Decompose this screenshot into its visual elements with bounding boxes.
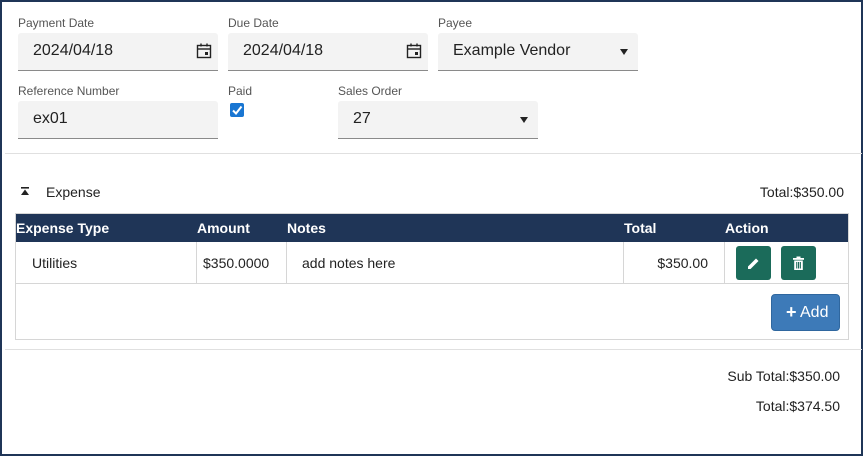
- sales-order-select[interactable]: 27: [338, 101, 538, 139]
- checkmark-icon: [232, 105, 243, 116]
- cell-expense-type[interactable]: Utilities: [16, 242, 197, 284]
- sales-order-field: Sales Order 27: [338, 84, 538, 140]
- divider: [5, 153, 862, 154]
- payee-field: Payee Example Vendor: [438, 16, 638, 72]
- dropdown-arrow-icon[interactable]: [520, 117, 528, 123]
- cell-notes[interactable]: add notes here: [287, 242, 624, 284]
- column-header-action: Action: [725, 220, 769, 236]
- due-date-input[interactable]: 2024/04/18: [228, 33, 428, 71]
- paid-label: Paid: [228, 84, 253, 98]
- reference-number-input[interactable]: ex01: [18, 101, 218, 139]
- table-header: Expense Type Amount Notes Total Action: [16, 214, 848, 242]
- delete-button[interactable]: [781, 246, 816, 280]
- cell-total: $350.00: [624, 242, 725, 284]
- add-expense-button[interactable]: + Add: [771, 294, 840, 331]
- dropdown-arrow-icon[interactable]: [620, 49, 628, 55]
- table-row: Utilities $350.0000 add notes here $350.…: [16, 242, 848, 284]
- payee-value: Example Vendor: [453, 42, 571, 59]
- payment-date-field: Payment Date 2024/04/18: [18, 16, 218, 72]
- amount-value: $350.0000: [203, 255, 270, 271]
- expense-table: Expense Type Amount Notes Total Action U…: [15, 213, 849, 340]
- expense-form-panel: Payment Date 2024/04/18 Due Date 2024/04…: [0, 0, 863, 456]
- payment-date-input[interactable]: 2024/04/18: [18, 33, 218, 71]
- payee-select[interactable]: Example Vendor: [438, 33, 638, 71]
- reference-number-label: Reference Number: [18, 84, 120, 98]
- reference-number-value: ex01: [33, 110, 68, 127]
- plus-icon: +: [786, 302, 797, 322]
- payment-date-value: 2024/04/18: [33, 42, 114, 59]
- column-header-total: Total: [624, 220, 657, 236]
- column-header-amount: Amount: [197, 220, 250, 236]
- column-header-expense-type: Expense Type: [16, 220, 110, 236]
- expense-section-header: Expense Total:$350.00: [16, 182, 848, 202]
- trash-icon: [793, 256, 804, 270]
- due-date-field: Due Date 2024/04/18: [228, 16, 428, 72]
- calendar-icon[interactable]: [196, 43, 212, 59]
- payee-label: Payee: [438, 16, 473, 30]
- edit-button[interactable]: [736, 246, 771, 280]
- sub-total-text: Sub Total:$350.00: [727, 368, 840, 384]
- expense-section-title: Expense: [46, 184, 101, 200]
- column-header-notes: Notes: [287, 220, 326, 236]
- collapse-up-icon[interactable]: [20, 187, 30, 197]
- grand-total-text: Total:$374.50: [755, 398, 840, 414]
- cell-amount[interactable]: $350.0000: [197, 242, 287, 284]
- due-date-value: 2024/04/18: [243, 42, 324, 59]
- add-button-label: Add: [800, 304, 829, 321]
- paid-checkbox[interactable]: [230, 103, 244, 117]
- pencil-icon: [748, 258, 759, 269]
- expense-type-value: Utilities: [32, 255, 78, 271]
- payment-date-label: Payment Date: [18, 16, 95, 30]
- calendar-icon[interactable]: [406, 43, 422, 59]
- sales-order-label: Sales Order: [338, 84, 403, 98]
- sales-order-value: 27: [353, 110, 371, 127]
- reference-number-field: Reference Number ex01: [18, 84, 218, 140]
- divider: [5, 349, 862, 350]
- due-date-label: Due Date: [228, 16, 279, 30]
- notes-value: add notes here: [302, 255, 396, 271]
- cell-action: [725, 242, 848, 284]
- expense-section-total: Total:$350.00: [759, 184, 844, 200]
- row-total-value: $350.00: [657, 255, 708, 271]
